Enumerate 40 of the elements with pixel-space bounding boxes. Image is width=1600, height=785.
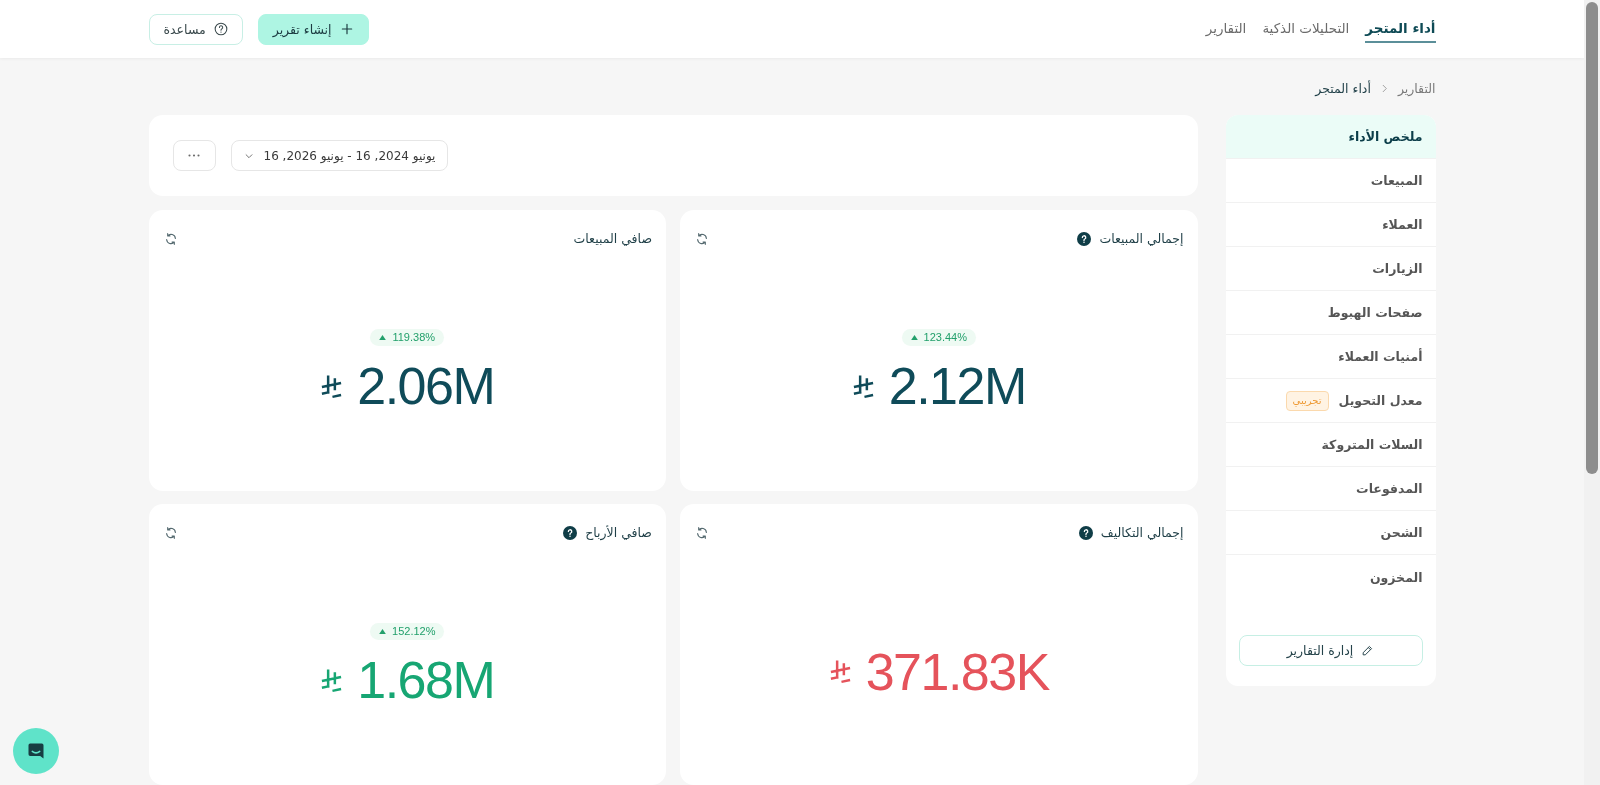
help-icon[interactable]	[563, 526, 578, 540]
manage-reports-button[interactable]: إدارة التقارير	[1238, 635, 1423, 666]
help-icon[interactable]	[1077, 232, 1092, 246]
metric-value: 1.68M	[357, 650, 495, 710]
change-percent: 119.38%	[392, 331, 436, 344]
pencil-icon	[1361, 644, 1375, 657]
help-icon	[213, 22, 228, 36]
refresh-icon[interactable]	[695, 232, 709, 246]
scrollbar-drawing[interactable]	[1584, 0, 1600, 785]
nav-tab[interactable]: التقارير	[1205, 15, 1247, 43]
chat-button[interactable]	[13, 728, 59, 774]
currency-icon	[320, 373, 344, 399]
breadcrumb-link[interactable]: التقارير	[1397, 80, 1436, 96]
refresh-icon[interactable]	[695, 526, 709, 540]
plus-icon	[339, 22, 354, 36]
metric-title: إجمالي المبيعات	[1099, 230, 1184, 248]
breadcrumb-current: أداء المتجر	[1315, 80, 1371, 96]
change-percent: 123.44%	[923, 331, 967, 344]
help-icon[interactable]	[1078, 526, 1093, 540]
currency-icon	[828, 659, 852, 684]
chat-icon	[26, 741, 46, 761]
create-report-button[interactable]: إنشاء تقرير	[257, 13, 369, 45]
currency-icon	[320, 667, 344, 693]
metric-value: 2.06M	[357, 356, 495, 416]
date-range-button[interactable]: يونيو 2024, 16 - يونيو 2026, 16	[230, 140, 449, 171]
change-percent: 152.12%	[392, 625, 436, 638]
metric-title: إجمالي التكاليف	[1100, 524, 1184, 542]
currency-icon	[851, 373, 875, 399]
nav-tab[interactable]: التحليلات الذكية	[1262, 15, 1350, 43]
beta-tag: تجريبي	[1285, 390, 1329, 411]
metric-value: 371.83K	[865, 641, 1049, 702]
metric-title: صافي المبيعات	[573, 230, 652, 248]
help-button[interactable]: مساعدة	[148, 13, 243, 45]
nav-tab[interactable]: أداء المتجر	[1365, 15, 1436, 43]
sidebar-item[interactable]: ملخص الأداء	[1225, 115, 1436, 159]
more-icon	[188, 154, 200, 157]
metric-title: صافي الأرباح	[585, 524, 652, 542]
refresh-icon[interactable]	[163, 232, 178, 246]
refresh-icon[interactable]	[163, 526, 178, 540]
metric-value: 2.12M	[888, 356, 1026, 416]
